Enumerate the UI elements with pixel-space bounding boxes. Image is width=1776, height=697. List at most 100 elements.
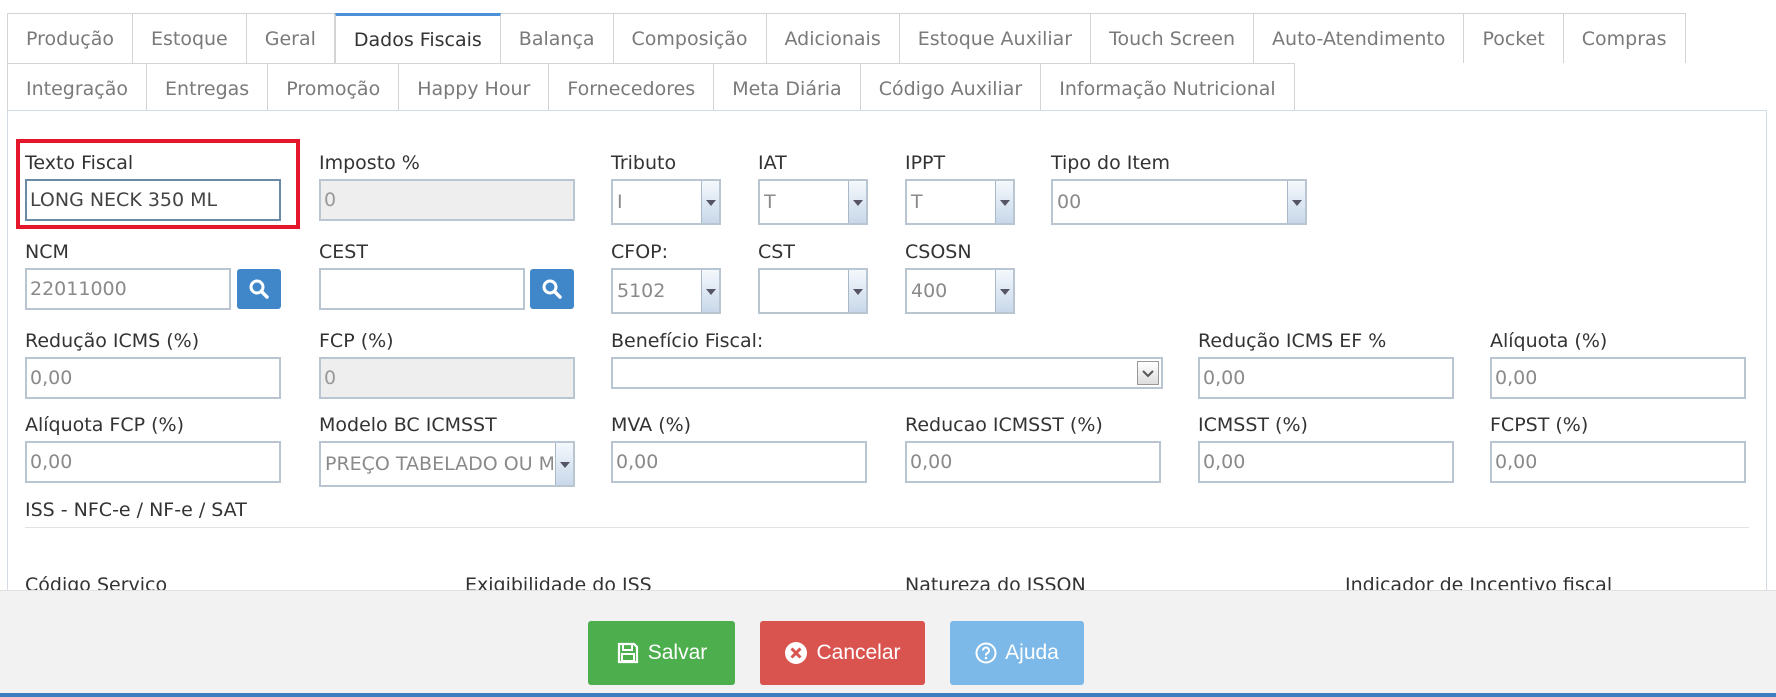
fcp-input[interactable]: 0	[319, 357, 575, 399]
label-icmsst: ICMSST (%)	[1198, 414, 1308, 436]
iat-value: T	[764, 191, 776, 213]
icmsst-input[interactable]: 0,00	[1198, 441, 1454, 483]
cancel-button[interactable]: Cancelar	[760, 621, 925, 685]
label-beneficio-fiscal: Benefício Fiscal:	[611, 330, 764, 352]
fcpst-input[interactable]: 0,00	[1490, 441, 1746, 483]
label-aliquota: Alíquota (%)	[1490, 330, 1608, 352]
texto-fiscal-input[interactable]: LONG NECK 350 ML	[25, 179, 281, 221]
section-divider	[25, 527, 1749, 528]
tab-happy-hour[interactable]: Happy Hour	[399, 63, 550, 113]
help-button[interactable]: Ajuda	[950, 621, 1084, 685]
tab-informacao-nutricional[interactable]: Informação Nutricional	[1041, 63, 1295, 113]
tab-balanca[interactable]: Balança	[500, 13, 614, 63]
tab-promocao[interactable]: Promoção	[268, 63, 400, 113]
aliquota-input[interactable]: 0,00	[1490, 357, 1746, 399]
label-tipo-item: Tipo do Item	[1051, 152, 1171, 174]
ncm-search-button[interactable]	[237, 269, 281, 309]
chevron-down-icon	[1137, 361, 1159, 385]
footer-accent-line	[0, 693, 1776, 697]
tabs-row-2: Integração Entregas Promoção Happy Hour …	[7, 63, 1295, 113]
chevron-down-icon	[1287, 181, 1305, 223]
label-cfop: CFOP:	[611, 241, 669, 263]
tab-compras[interactable]: Compras	[1563, 13, 1686, 63]
chevron-down-icon	[848, 270, 866, 312]
label-natureza-issqn: Natureza do ISSQN	[905, 574, 1086, 590]
tributo-select[interactable]: I	[611, 179, 721, 225]
label-indicador-incentivo: Indicador de Incentivo fiscal	[1345, 574, 1613, 590]
reducao-icms-input[interactable]: 0,00	[25, 357, 281, 399]
label-ippt: IPPT	[905, 152, 946, 174]
ippt-select[interactable]: T	[905, 179, 1015, 225]
floppy-disk-icon	[617, 642, 638, 664]
tabs-row-1: Produção Estoque Geral Dados Fiscais Bal…	[7, 13, 1686, 63]
iss-section-title: ISS - NFC-e / NF-e / SAT	[25, 499, 247, 521]
tab-entregas[interactable]: Entregas	[147, 63, 269, 113]
save-button[interactable]: Salvar	[588, 621, 735, 685]
label-aliquota-fcp: Alíquota FCP (%)	[25, 414, 184, 436]
tab-pocket[interactable]: Pocket	[1464, 13, 1564, 63]
csosn-select[interactable]: 400	[905, 268, 1015, 314]
chevron-down-icon	[701, 181, 719, 223]
tab-integracao[interactable]: Integração	[7, 63, 148, 113]
mva-input[interactable]: 0,00	[611, 441, 867, 483]
modelo-bc-value: PREÇO TABELADO OU MÁXIMO SUGERIDO	[325, 453, 553, 475]
cest-input[interactable]	[319, 268, 525, 310]
tab-composicao[interactable]: Composição	[613, 13, 767, 63]
aliquota-fcp-input[interactable]: 0,00	[25, 441, 281, 483]
help-label: Ajuda	[1005, 641, 1059, 664]
tab-estoque[interactable]: Estoque	[132, 13, 247, 63]
label-reducao-icms-ef: Redução ICMS EF %	[1198, 330, 1387, 352]
cancel-label: Cancelar	[816, 641, 901, 664]
imposto-input[interactable]: 0	[319, 179, 575, 221]
tab-auto-atendimento[interactable]: Auto-Atendimento	[1254, 13, 1465, 63]
label-reducao-icmsst: Reducao ICMSST (%)	[905, 414, 1103, 436]
label-imposto: Imposto %	[319, 152, 420, 174]
chevron-down-icon	[995, 270, 1013, 312]
tab-touch-screen[interactable]: Touch Screen	[1091, 13, 1255, 63]
search-icon	[249, 279, 269, 299]
cest-search-button[interactable]	[530, 269, 574, 309]
label-fcp: FCP (%)	[319, 330, 394, 352]
tab-dados-fiscais[interactable]: Dados Fiscais	[334, 13, 501, 63]
tab-geral[interactable]: Geral	[246, 13, 335, 63]
ippt-value: T	[911, 191, 923, 213]
chevron-down-icon	[995, 181, 1013, 223]
tab-codigo-auxiliar[interactable]: Código Auxiliar	[860, 63, 1042, 113]
label-iat: IAT	[758, 152, 787, 174]
label-cst: CST	[758, 241, 795, 263]
label-mva: MVA (%)	[611, 414, 692, 436]
label-exigibilidade-iss: Exigibilidade do ISS	[465, 574, 652, 590]
tab-fornecedores[interactable]: Fornecedores	[549, 63, 715, 113]
label-modelo-bc: Modelo BC ICMSST	[319, 414, 497, 436]
search-icon	[542, 279, 562, 299]
chevron-down-icon	[555, 443, 573, 485]
footer-bar: Salvar Cancelar Ajuda	[0, 590, 1776, 697]
label-codigo-servico: Código Servico	[25, 574, 168, 590]
chevron-down-icon	[701, 270, 719, 312]
tipo-item-value: 00	[1057, 191, 1082, 213]
label-texto-fiscal: Texto Fiscal	[25, 152, 134, 174]
tab-adicionais[interactable]: Adicionais	[766, 13, 900, 63]
label-reducao-icms: Redução ICMS (%)	[25, 330, 200, 352]
label-tributo: Tributo	[611, 152, 677, 174]
fiscal-form-panel: Texto Fiscal LONG NECK 350 ML Imposto % …	[7, 110, 1767, 590]
tab-estoque-auxiliar[interactable]: Estoque Auxiliar	[899, 13, 1092, 63]
question-circle-icon	[975, 642, 997, 664]
cfop-select[interactable]: 5102	[611, 268, 721, 314]
ncm-input[interactable]: 22011000	[25, 268, 231, 310]
iat-select[interactable]: T	[758, 179, 868, 225]
reducao-icmsst-input[interactable]: 0,00	[905, 441, 1161, 483]
close-circle-icon	[785, 642, 808, 664]
save-label: Salvar	[647, 641, 708, 664]
beneficio-fiscal-select[interactable]	[611, 357, 1163, 389]
label-cest: CEST	[319, 241, 368, 263]
tab-producao[interactable]: Produção	[7, 13, 133, 63]
cfop-value: 5102	[617, 280, 666, 302]
tab-meta-diaria[interactable]: Meta Diária	[714, 63, 861, 113]
chevron-down-icon	[848, 181, 866, 223]
csosn-value: 400	[911, 280, 948, 302]
tipo-item-select[interactable]: 00	[1051, 179, 1307, 225]
reducao-icms-ef-input[interactable]: 0,00	[1198, 357, 1454, 399]
cst-select[interactable]	[758, 268, 868, 314]
modelo-bc-select[interactable]: PREÇO TABELADO OU MÁXIMO SUGERIDO	[319, 441, 575, 487]
